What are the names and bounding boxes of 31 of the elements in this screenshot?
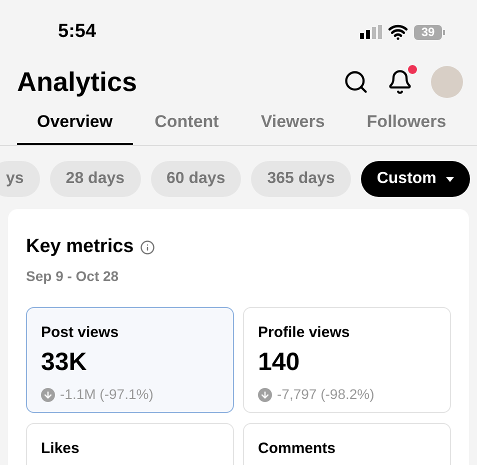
range-chip[interactable]: 60 days bbox=[150, 161, 242, 197]
tab[interactable]: Content bbox=[134, 108, 239, 145]
range-chip[interactable]: 28 days bbox=[50, 161, 141, 197]
custom-range-dropdown[interactable]: Custom bbox=[360, 161, 470, 197]
signal-icon bbox=[360, 25, 382, 39]
metric-card[interactable]: Comments bbox=[243, 422, 451, 465]
status-time: 5:54 bbox=[58, 20, 96, 44]
metric-label: Likes bbox=[41, 438, 80, 458]
range-chip[interactable]: 365 days bbox=[251, 161, 351, 197]
metric-change: -1.1M (-97.1%) bbox=[60, 385, 154, 404]
info-icon[interactable] bbox=[140, 240, 155, 255]
metric-change: -7,797 (-98.2%) bbox=[277, 385, 374, 404]
metric-card[interactable]: Likes bbox=[26, 422, 234, 465]
tab[interactable]: Followers bbox=[346, 108, 466, 145]
metric-label: Profile views bbox=[258, 322, 351, 342]
search-icon[interactable] bbox=[343, 69, 369, 95]
wifi-icon bbox=[388, 22, 408, 42]
metric-value: 140 bbox=[258, 347, 301, 378]
caret-icon bbox=[446, 176, 454, 182]
page-title: Analytics bbox=[17, 66, 138, 99]
metric-label: Comments bbox=[258, 438, 337, 458]
section-title: Key metrics bbox=[26, 235, 134, 259]
battery-icon: 39 bbox=[414, 24, 445, 40]
tab[interactable]: Viewers bbox=[240, 108, 345, 145]
metric-card[interactable]: Post views 33K -1.1M (-97.1%) bbox=[26, 306, 234, 412]
metric-label: Post views bbox=[41, 322, 120, 342]
date-range: Sep 9 - Oct 28 bbox=[26, 266, 120, 286]
range-chip[interactable]: ys bbox=[0, 161, 40, 197]
tab[interactable]: Overview bbox=[17, 108, 133, 145]
metric-card[interactable]: Profile views 140 -7,797 (-98.2%) bbox=[243, 306, 451, 412]
metric-value: 33K bbox=[41, 347, 88, 378]
